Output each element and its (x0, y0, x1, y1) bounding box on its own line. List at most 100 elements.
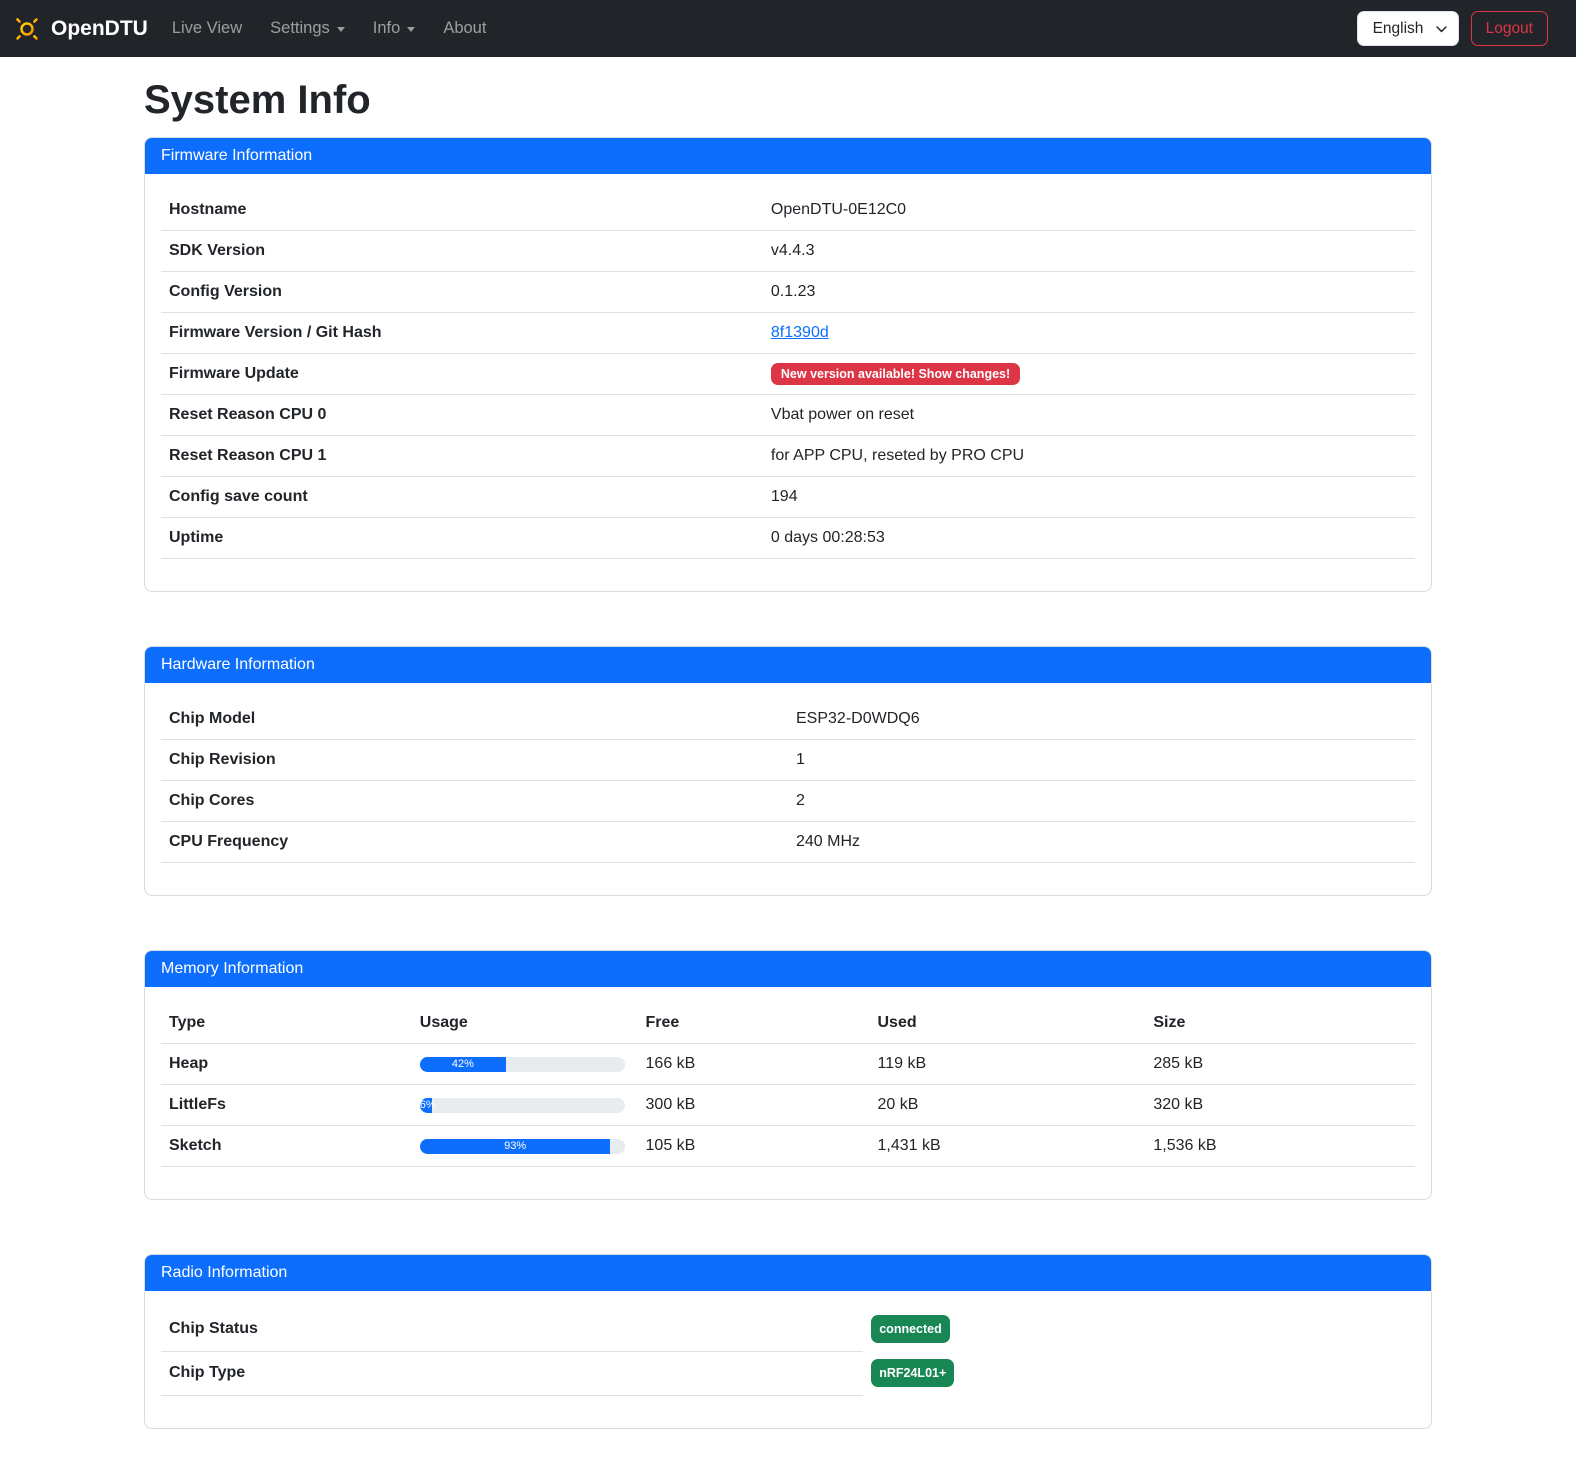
table-row: Chip Revision 1 (161, 740, 1415, 781)
chevron-down-icon (407, 27, 415, 32)
chip-status-badge: connected (871, 1315, 950, 1343)
firmware-card: Firmware Information Hostname OpenDTU-0E… (144, 137, 1432, 592)
navbar: OpenDTU Live View Settings Info About En… (0, 0, 1576, 57)
nav-item-about[interactable]: About (429, 11, 500, 46)
row-value: 166 kB (638, 1044, 870, 1085)
memory-card-body: Type Usage Free Used Size Heap 42% (145, 987, 1431, 1199)
sun-icon (12, 14, 42, 44)
column-header: Free (638, 1003, 870, 1044)
column-header: Usage (412, 1003, 638, 1044)
table-row: Chip Status connected (161, 1307, 1415, 1351)
radio-card-body: Chip Status connected Chip Type nRF24L01… (145, 1291, 1431, 1428)
brand-label: OpenDTU (51, 17, 148, 41)
nav-item-label: Live View (172, 19, 242, 38)
row-label: Reset Reason CPU 1 (161, 436, 763, 477)
nav-item-settings[interactable]: Settings (256, 11, 359, 46)
table-row: Hostname OpenDTU-0E12C0 (161, 190, 1415, 231)
radio-table: Chip Status connected Chip Type nRF24L01… (161, 1307, 1415, 1396)
table-row: Firmware Update New version available! S… (161, 354, 1415, 395)
row-label: Firmware Version / Git Hash (161, 313, 763, 354)
row-value: 194 (763, 477, 1415, 518)
row-label: Heap (161, 1044, 412, 1085)
nav-item-live-view[interactable]: Live View (158, 11, 256, 46)
row-value: 8f1390d (763, 313, 1415, 354)
nav-item-label: About (443, 19, 486, 38)
column-header: Used (870, 1003, 1146, 1044)
row-value: nRF24L01+ (863, 1351, 1415, 1395)
usage-cell: 93% (412, 1126, 638, 1167)
row-label: Firmware Update (161, 354, 763, 395)
page-title: System Info (144, 78, 1432, 123)
littlefs-progress-track: 6% (420, 1098, 625, 1113)
row-value: 1,536 kB (1145, 1126, 1415, 1167)
nav-item-info[interactable]: Info (359, 11, 430, 46)
table-row: LittleFs 6% 300 kB 20 kB 320 kB (161, 1085, 1415, 1126)
nav-item-label: Info (373, 19, 401, 38)
row-label: Config save count (161, 477, 763, 518)
chip-type-badge: nRF24L01+ (871, 1359, 954, 1387)
table-row: Firmware Version / Git Hash 8f1390d (161, 313, 1415, 354)
table-row: SDK Version v4.4.3 (161, 231, 1415, 272)
git-hash-link[interactable]: 8f1390d (771, 324, 829, 341)
row-value: New version available! Show changes! (763, 354, 1415, 395)
navbar-right: English Logout (1357, 11, 1548, 46)
memory-table: Type Usage Free Used Size Heap 42% (161, 1003, 1415, 1167)
firmware-update-badge[interactable]: New version available! Show changes! (771, 363, 1020, 385)
row-label: SDK Version (161, 231, 763, 272)
firmware-card-header: Firmware Information (145, 138, 1431, 174)
hardware-table: Chip Model ESP32-D0WDQ6 Chip Revision 1 … (161, 699, 1415, 863)
row-label: Config Version (161, 272, 763, 313)
table-row: Chip Cores 2 (161, 781, 1415, 822)
row-value: connected (863, 1307, 1415, 1351)
logout-button[interactable]: Logout (1471, 11, 1548, 46)
row-value: 105 kB (638, 1126, 870, 1167)
row-label: Chip Revision (161, 740, 788, 781)
table-row: Heap 42% 166 kB 119 kB 285 kB (161, 1044, 1415, 1085)
table-row: Chip Type nRF24L01+ (161, 1351, 1415, 1395)
main-container: System Info Firmware Information Hostnam… (144, 78, 1432, 1429)
row-value: 285 kB (1145, 1044, 1415, 1085)
row-label: CPU Frequency (161, 822, 788, 863)
row-label: Chip Type (161, 1351, 863, 1395)
brand-link[interactable]: OpenDTU (12, 14, 148, 44)
table-row: Config Version 0.1.23 (161, 272, 1415, 313)
heap-progress-bar: 42% (420, 1057, 506, 1072)
nav-item-label: Settings (270, 19, 330, 38)
radio-card: Radio Information Chip Status connected … (144, 1254, 1432, 1429)
table-row: Chip Model ESP32-D0WDQ6 (161, 699, 1415, 740)
table-header-row: Type Usage Free Used Size (161, 1003, 1415, 1044)
table-row: Uptime 0 days 00:28:53 (161, 518, 1415, 559)
row-value: Vbat power on reset (763, 395, 1415, 436)
table-row: Sketch 93% 105 kB 1,431 kB 1,536 kB (161, 1126, 1415, 1167)
usage-cell: 6% (412, 1085, 638, 1126)
row-label: LittleFs (161, 1085, 412, 1126)
heap-progress-track: 42% (420, 1057, 625, 1072)
column-header: Size (1145, 1003, 1415, 1044)
row-label: Reset Reason CPU 0 (161, 395, 763, 436)
row-value: OpenDTU-0E12C0 (763, 190, 1415, 231)
row-value: 0.1.23 (763, 272, 1415, 313)
hardware-card-body: Chip Model ESP32-D0WDQ6 Chip Revision 1 … (145, 683, 1431, 895)
row-value: ESP32-D0WDQ6 (788, 699, 1415, 740)
language-select[interactable]: English (1357, 11, 1459, 46)
sketch-progress-track: 93% (420, 1139, 625, 1154)
hardware-card: Hardware Information Chip Model ESP32-D0… (144, 646, 1432, 896)
radio-card-header: Radio Information (145, 1255, 1431, 1291)
row-value: v4.4.3 (763, 231, 1415, 272)
row-value: 2 (788, 781, 1415, 822)
row-value: 119 kB (870, 1044, 1146, 1085)
memory-card-header: Memory Information (145, 951, 1431, 987)
row-value: 1,431 kB (870, 1126, 1146, 1167)
table-row: CPU Frequency 240 MHz (161, 822, 1415, 863)
chevron-down-icon (337, 27, 345, 32)
row-label: Uptime (161, 518, 763, 559)
firmware-card-body: Hostname OpenDTU-0E12C0 SDK Version v4.4… (145, 174, 1431, 591)
row-value: for APP CPU, reseted by PRO CPU (763, 436, 1415, 477)
row-value: 300 kB (638, 1085, 870, 1126)
row-label: Chip Cores (161, 781, 788, 822)
table-row: Config save count 194 (161, 477, 1415, 518)
column-header: Type (161, 1003, 412, 1044)
row-value: 0 days 00:28:53 (763, 518, 1415, 559)
row-label: Chip Model (161, 699, 788, 740)
table-row: Reset Reason CPU 0 Vbat power on reset (161, 395, 1415, 436)
